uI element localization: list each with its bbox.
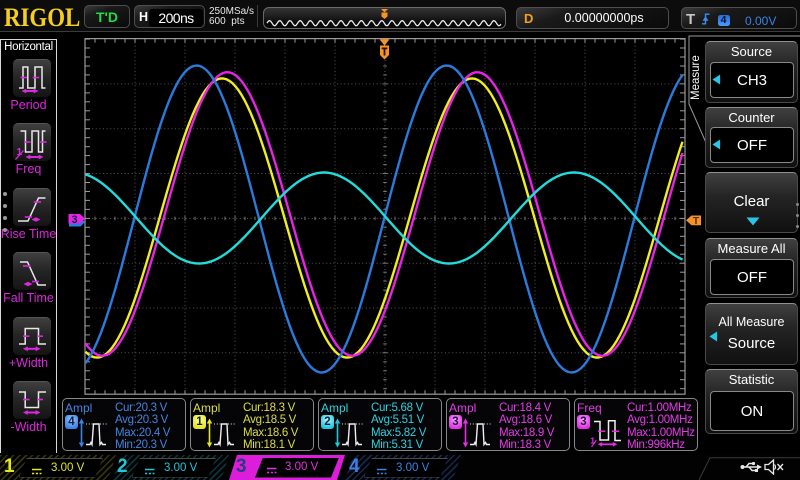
svg-text:T: T	[693, 215, 700, 227]
svg-text:3: 3	[71, 214, 77, 226]
svg-text:1: 1	[590, 436, 595, 446]
